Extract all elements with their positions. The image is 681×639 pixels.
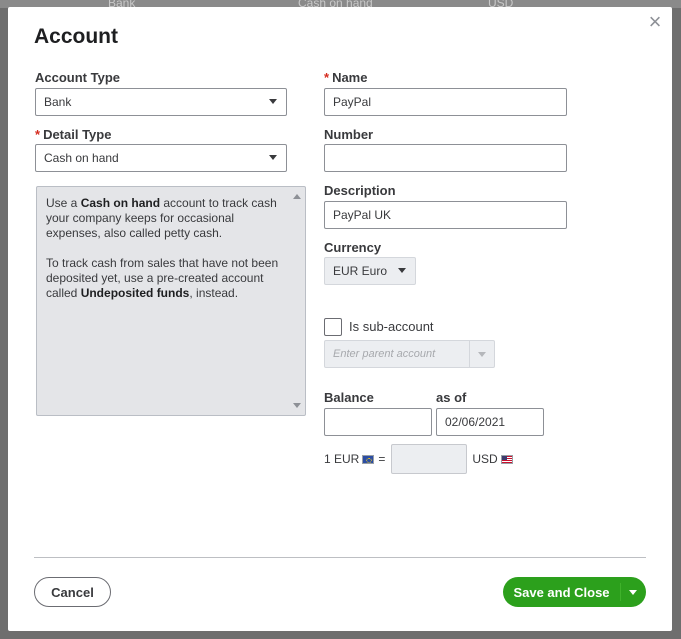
exchange-rate-row: 1 EUR = USD xyxy=(324,444,516,474)
description-input[interactable]: PayPal UK xyxy=(324,201,567,229)
chevron-down-icon xyxy=(269,99,277,104)
detail-type-description[interactable]: Use a Cash on hand account to track cash… xyxy=(36,186,306,416)
select-divider xyxy=(469,341,470,367)
sub-account-checkbox[interactable] xyxy=(324,318,342,336)
scroll-down-icon[interactable] xyxy=(293,403,301,408)
detail-type-select[interactable]: Cash on hand xyxy=(35,144,287,172)
save-and-close-label[interactable]: Save and Close xyxy=(503,577,620,607)
description-label: Description xyxy=(324,183,396,198)
number-label: Number xyxy=(324,127,374,142)
scroll-up-icon[interactable] xyxy=(293,194,301,199)
footer-divider xyxy=(34,557,646,558)
chevron-down-icon xyxy=(478,352,486,357)
account-type-label: Account Type xyxy=(35,70,120,85)
sub-account-label[interactable]: Is sub-account xyxy=(349,319,434,334)
equals-sign: = xyxy=(378,452,386,466)
currency-select[interactable]: EUR Euro xyxy=(324,257,416,285)
currency-value: EUR Euro xyxy=(333,264,388,278)
exchange-rate-input xyxy=(391,444,468,474)
detail-type-label: * Detail Type xyxy=(35,127,112,142)
chevron-down-icon xyxy=(398,268,406,273)
save-and-close-button[interactable]: Save and Close xyxy=(503,577,646,607)
exchange-rate-left: 1 EUR xyxy=(324,452,360,466)
account-dialog: × Account Account Type Bank * Detail Type… xyxy=(8,7,672,631)
balance-input[interactable] xyxy=(324,408,432,436)
chevron-down-icon[interactable] xyxy=(629,590,637,595)
eu-flag-icon xyxy=(362,454,375,464)
currency-label: Currency xyxy=(324,240,382,255)
dialog-title: Account xyxy=(34,25,118,48)
account-type-value: Bank xyxy=(44,95,72,109)
account-type-select[interactable]: Bank xyxy=(35,88,287,116)
name-input[interactable]: PayPal xyxy=(324,88,567,116)
detail-type-value: Cash on hand xyxy=(44,151,119,165)
close-icon[interactable]: × xyxy=(646,11,664,33)
balance-label: Balance xyxy=(324,390,374,405)
required-asterisk: * xyxy=(35,127,41,142)
description-text: Use a Cash on hand account to track cash… xyxy=(46,196,279,300)
button-separator xyxy=(620,583,621,601)
us-flag-icon xyxy=(500,454,513,464)
cancel-button[interactable]: Cancel xyxy=(34,577,111,607)
parent-account-placeholder: Enter parent account xyxy=(333,348,436,360)
required-asterisk: * xyxy=(324,70,330,85)
name-label: * Name xyxy=(324,70,368,85)
chevron-down-icon xyxy=(269,155,277,160)
as-of-date-input[interactable]: 02/06/2021 xyxy=(436,408,544,436)
number-input[interactable] xyxy=(324,144,567,172)
exchange-rate-right: USD xyxy=(472,452,498,466)
parent-account-select: Enter parent account xyxy=(324,340,495,368)
as-of-label: as of xyxy=(436,390,467,405)
